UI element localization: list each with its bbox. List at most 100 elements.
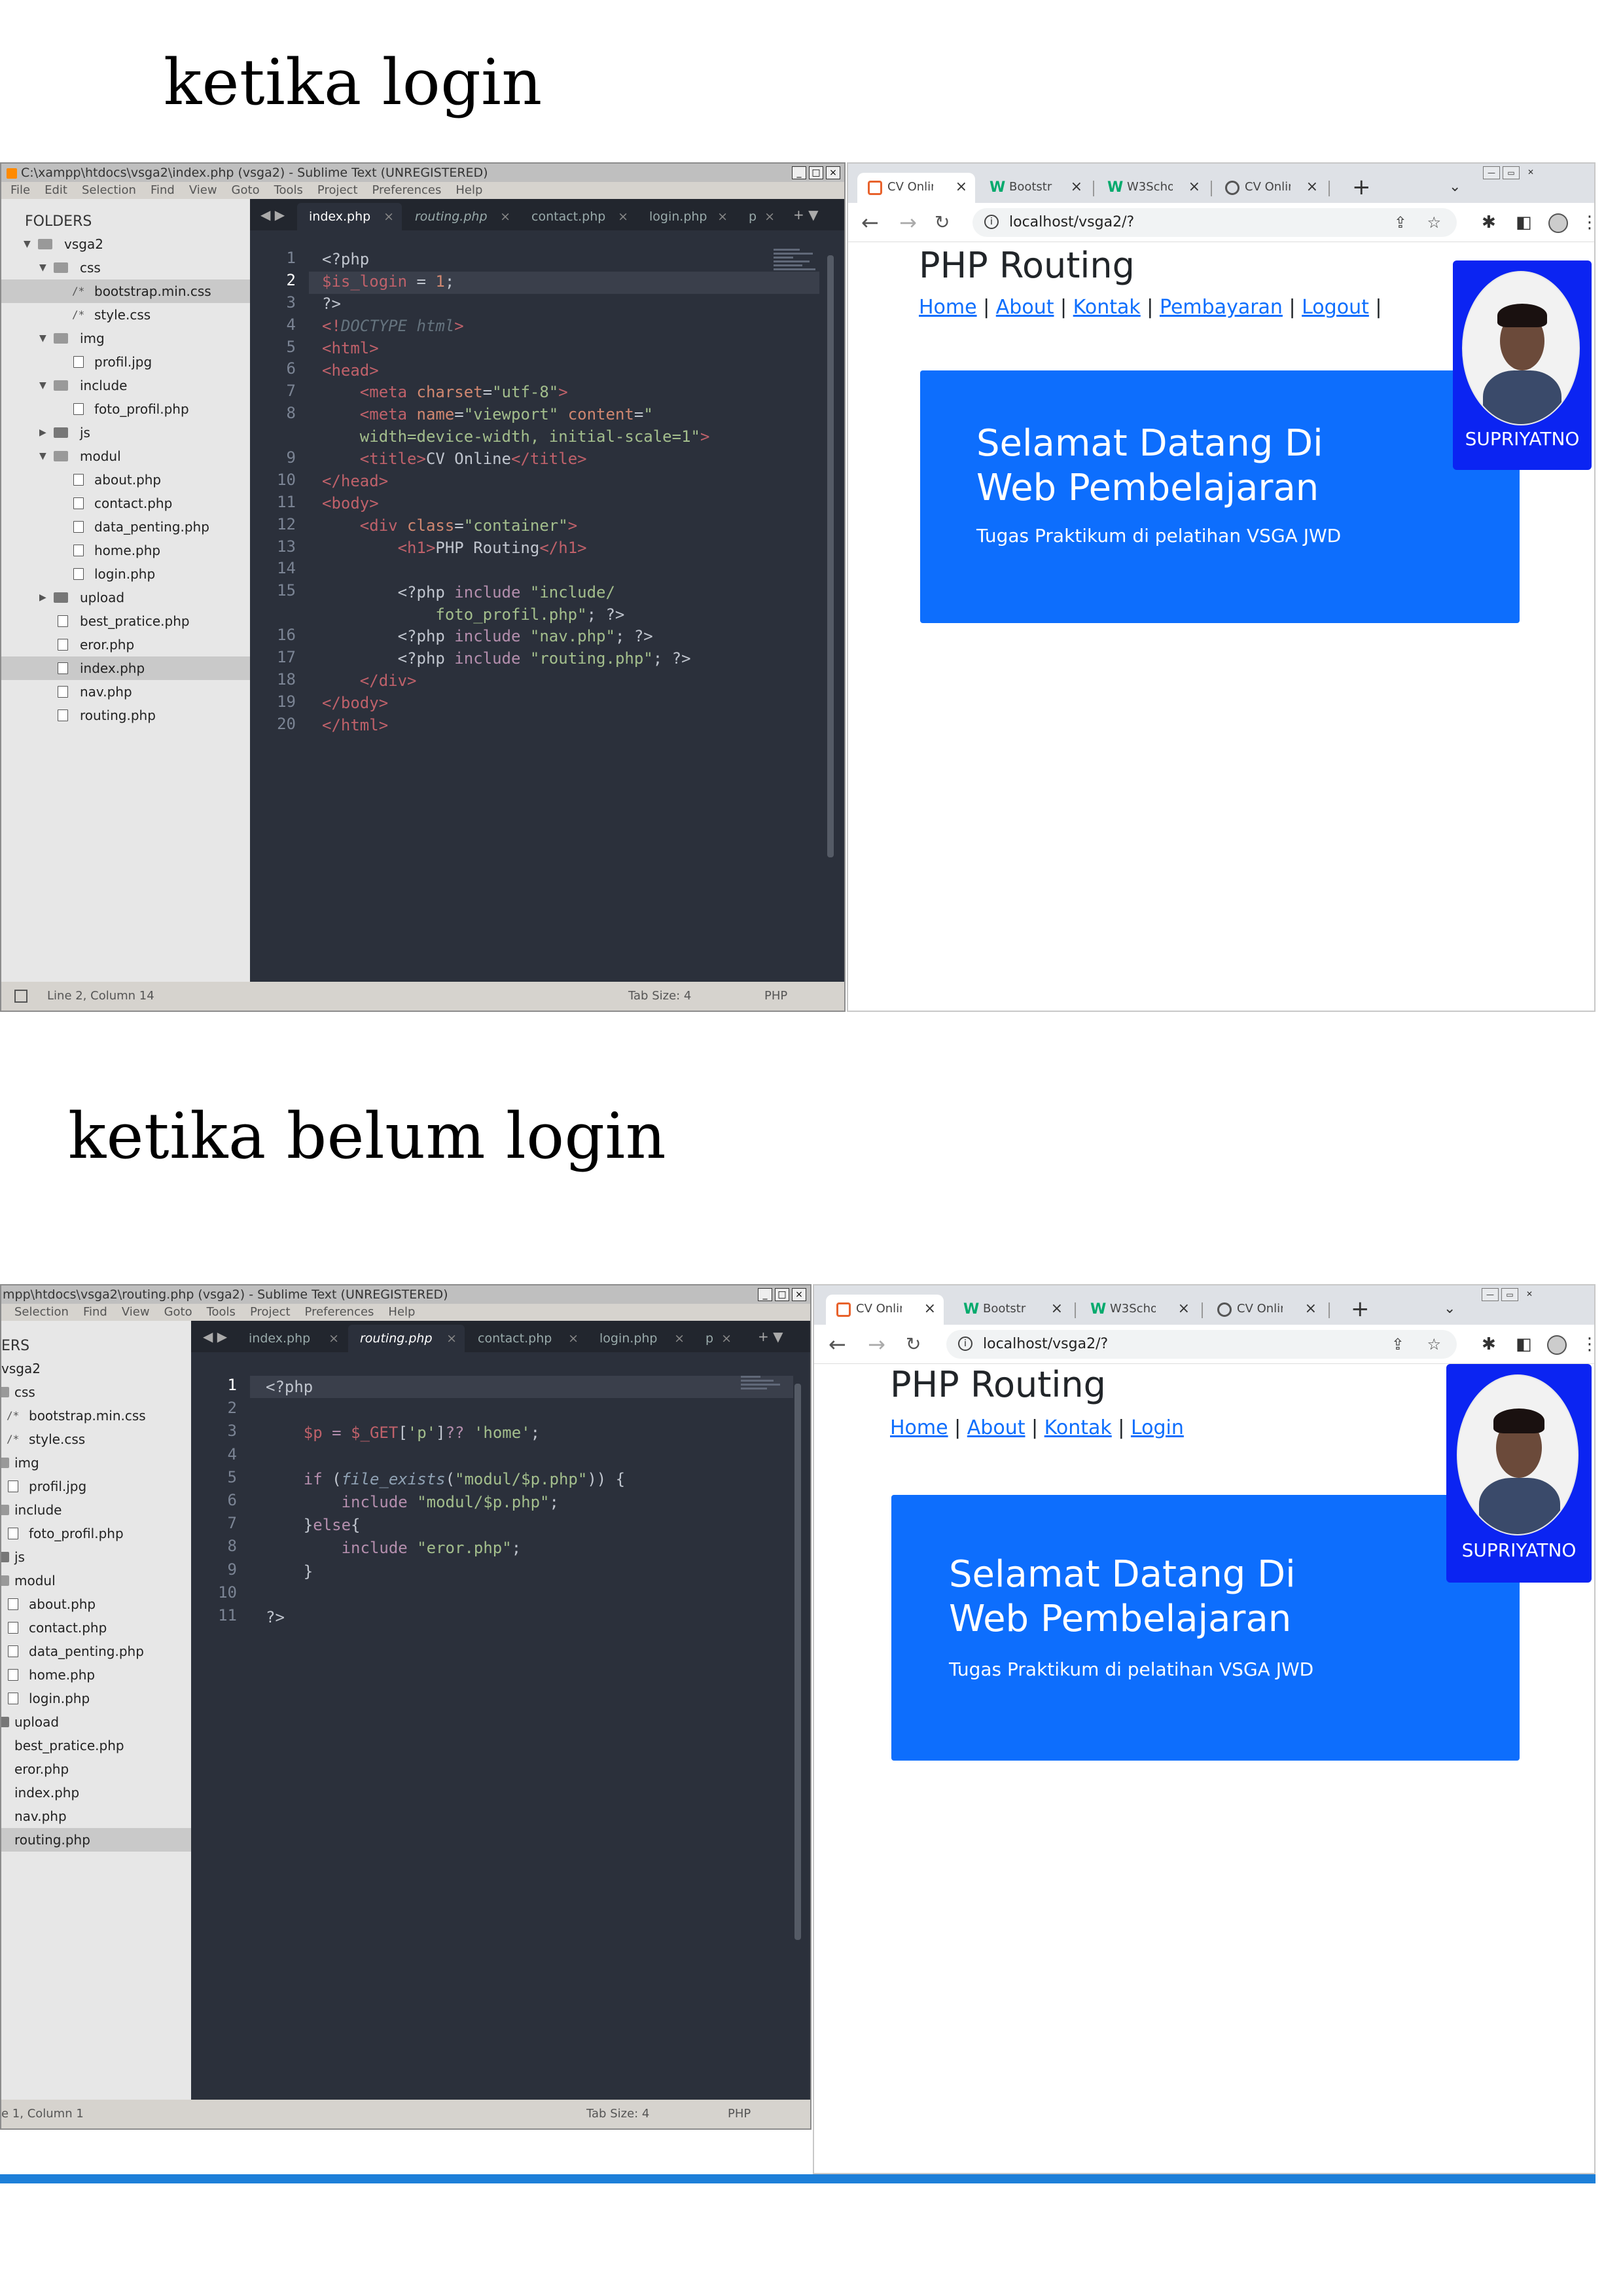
status-syntax[interactable]: PHP xyxy=(728,2100,751,2128)
nav-link-home[interactable]: Home xyxy=(890,1416,948,1439)
tab-close-icon[interactable]: × xyxy=(383,203,394,230)
tab-routing[interactable]: routing.php × xyxy=(403,203,518,230)
browser-tab-w3schools[interactable]: W W3Scho × xyxy=(1097,173,1208,203)
tab-close-icon[interactable]: × xyxy=(717,203,728,230)
tree-folder-modul[interactable]: modul xyxy=(1,1569,191,1592)
menu-file[interactable]: File xyxy=(10,183,30,197)
reload-icon[interactable]: ↻ xyxy=(935,208,950,237)
bookmark-star-icon[interactable]: ☆ xyxy=(1427,208,1441,237)
menu-preferences[interactable]: Preferences xyxy=(372,183,442,197)
nav-link-kontak[interactable]: Kontak xyxy=(1073,296,1141,319)
tab-close-icon[interactable]: × xyxy=(446,1325,457,1352)
url-bar[interactable]: i localhost/vsga2/? ⇪ ☆ xyxy=(946,1330,1457,1359)
menu-edit[interactable]: Edit xyxy=(45,183,67,197)
menu-kebab-icon[interactable]: ⋮ xyxy=(1581,208,1594,237)
tab-close-icon[interactable]: × xyxy=(1178,1295,1190,1323)
tree-file-eror[interactable]: eror.php xyxy=(1,1757,191,1781)
close-button[interactable]: ✕ xyxy=(1521,1288,1538,1301)
menu-project[interactable]: Project xyxy=(250,1305,291,1319)
close-button[interactable]: × xyxy=(826,166,840,179)
restore-button[interactable]: ▭ xyxy=(1503,166,1520,179)
tree-folder-upload[interactable]: upload xyxy=(1,1710,191,1734)
tab-close-icon[interactable]: × xyxy=(329,1325,339,1352)
panel-toggle-icon[interactable] xyxy=(14,990,27,1003)
menu-project[interactable]: Project xyxy=(317,183,358,197)
nav-link-pembayaran[interactable]: Pembayaran xyxy=(1160,296,1283,319)
minimap[interactable] xyxy=(741,1376,787,1415)
minimize-button[interactable]: _ xyxy=(758,1288,772,1301)
tree-folder-include[interactable]: ▼ include xyxy=(1,374,250,397)
tree-folder-img[interactable]: ▼ img xyxy=(1,327,250,350)
extensions-icon[interactable]: ✱ xyxy=(1482,208,1496,237)
tree-folder-include[interactable]: include xyxy=(1,1498,191,1522)
tree-folder-vsga2[interactable]: ▼ vsga2 xyxy=(1,232,250,256)
profile-avatar-icon[interactable] xyxy=(1548,213,1568,233)
tree-file-nav[interactable]: nav.php xyxy=(1,1804,191,1828)
tree-file-home[interactable]: home.php xyxy=(1,1663,191,1687)
minimap[interactable] xyxy=(774,249,819,288)
tree-file-contact[interactable]: contact.php xyxy=(1,1616,191,1640)
code-area[interactable]: <?php $is_login = 1; ?> <!DOCTYPE html> … xyxy=(322,249,709,737)
menu-selection[interactable]: Selection xyxy=(82,183,136,197)
tree-file-data-penting[interactable]: data_penting.php xyxy=(1,1640,191,1663)
new-tab-dropdown-icon[interactable]: + ▼ xyxy=(758,1329,783,1344)
tab-close-icon[interactable]: × xyxy=(1188,173,1200,202)
tab-close-icon[interactable]: × xyxy=(721,1325,732,1352)
menu-help[interactable]: Help xyxy=(388,1305,415,1319)
vertical-scrollbar[interactable] xyxy=(794,1384,801,1940)
tab-search-chevron-icon[interactable]: ⌄ xyxy=(1444,1295,1455,1323)
tab-scroll-arrows[interactable]: ◀ ▶ xyxy=(203,1329,227,1344)
nav-link-about[interactable]: About xyxy=(967,1416,1026,1439)
close-button[interactable]: × xyxy=(792,1288,806,1301)
tree-file-profil[interactable]: profil.jpg xyxy=(1,350,250,374)
menu-help[interactable]: Help xyxy=(455,183,482,197)
nav-link-home[interactable]: Home xyxy=(919,296,977,319)
tab-overflow[interactable]: p × xyxy=(737,203,783,230)
menu-tools[interactable]: Tools xyxy=(274,183,303,197)
tab-contact[interactable]: contact.php × xyxy=(466,1325,586,1352)
status-tab-size[interactable]: Tab Size: 4 xyxy=(628,982,691,1011)
tree-file-foto-profil[interactable]: foto_profil.php xyxy=(1,1522,191,1545)
extensions-icon[interactable]: ✱ xyxy=(1482,1330,1496,1359)
tree-file-contact[interactable]: contact.php xyxy=(1,492,250,515)
side-panel-icon[interactable]: ◧ xyxy=(1516,1330,1532,1359)
tab-index[interactable]: index.php × xyxy=(297,203,402,230)
tree-file-data-penting[interactable]: data_penting.php xyxy=(1,515,250,539)
new-tab-icon[interactable]: + xyxy=(1352,173,1371,202)
tab-index[interactable]: index.php × xyxy=(237,1325,347,1352)
tree-folder-img[interactable]: img xyxy=(1,1451,191,1475)
tab-login[interactable]: login.php × xyxy=(637,203,736,230)
menu-find[interactable]: Find xyxy=(83,1305,107,1319)
minimize-button[interactable]: — xyxy=(1482,1288,1499,1301)
tab-close-icon[interactable]: × xyxy=(764,203,775,230)
status-tab-size[interactable]: Tab Size: 4 xyxy=(586,2100,649,2128)
tab-close-icon[interactable]: × xyxy=(1305,1295,1317,1323)
tab-login[interactable]: login.php × xyxy=(588,1325,692,1352)
tree-file-eror[interactable]: eror.php xyxy=(1,633,250,656)
maximize-button[interactable]: □ xyxy=(809,166,823,179)
nav-link-logout[interactable]: Logout xyxy=(1302,296,1369,319)
tab-close-icon[interactable]: × xyxy=(500,203,510,230)
tree-folder-modul[interactable]: ▼ modul xyxy=(1,444,250,468)
status-syntax[interactable]: PHP xyxy=(764,982,787,1011)
menu-view[interactable]: View xyxy=(189,183,217,197)
menu-view[interactable]: View xyxy=(122,1305,150,1319)
tree-file-style[interactable]: /* style.css xyxy=(1,303,250,327)
vertical-scrollbar[interactable] xyxy=(827,255,834,857)
restore-button[interactable]: ▭ xyxy=(1501,1288,1518,1301)
tree-file-login[interactable]: login.php xyxy=(1,562,250,586)
tree-file-best-pratice[interactable]: best_pratice.php xyxy=(1,609,250,633)
reload-icon[interactable]: ↻ xyxy=(906,1330,921,1359)
menu-goto[interactable]: Goto xyxy=(164,1305,192,1319)
new-tab-icon[interactable]: + xyxy=(1351,1295,1370,1323)
tab-overflow[interactable]: p × xyxy=(694,1325,740,1352)
tree-file-nav[interactable]: nav.php xyxy=(1,680,250,704)
tab-close-icon[interactable]: × xyxy=(1051,1295,1063,1323)
nav-link-login[interactable]: Login xyxy=(1131,1416,1184,1439)
tab-close-icon[interactable]: × xyxy=(1071,173,1082,202)
tab-search-chevron-icon[interactable]: ⌄ xyxy=(1449,173,1461,202)
menu-preferences[interactable]: Preferences xyxy=(305,1305,374,1319)
maximize-button[interactable]: □ xyxy=(775,1288,789,1301)
forward-icon[interactable]: → xyxy=(899,208,917,237)
tree-file-best-pratice[interactable]: best_pratice.php xyxy=(1,1734,191,1757)
